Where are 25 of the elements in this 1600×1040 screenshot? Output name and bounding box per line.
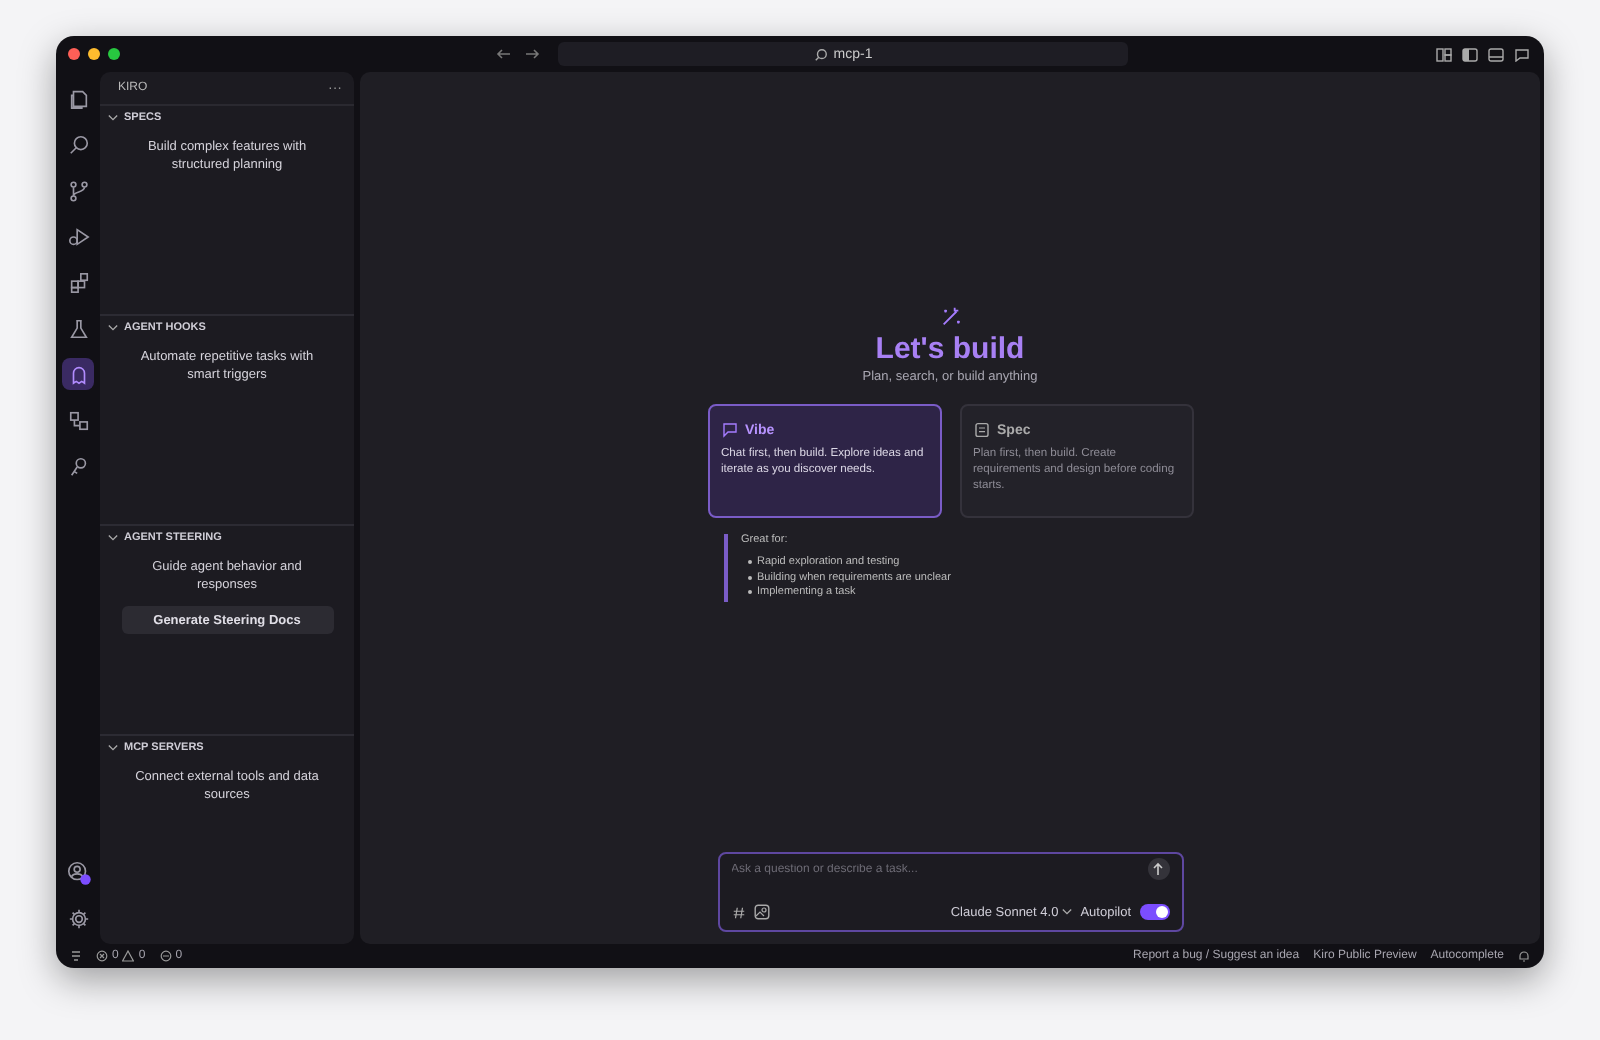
- ghost-icon[interactable]: [62, 358, 94, 390]
- back-icon[interactable]: [496, 48, 512, 60]
- image-icon[interactable]: [753, 904, 769, 920]
- hash-icon[interactable]: [731, 905, 745, 919]
- send-button[interactable]: [1147, 858, 1169, 880]
- chevron-icon: [1062, 908, 1073, 916]
- heading: Let's build: [875, 332, 1025, 366]
- autopilot-toggle[interactable]: [1139, 904, 1169, 920]
- speech-bubble-icon: [721, 422, 737, 438]
- error-icon: [96, 950, 108, 962]
- close-button[interactable]: [68, 48, 80, 60]
- layout-icon[interactable]: [1436, 47, 1452, 61]
- bell-icon[interactable]: [1518, 950, 1530, 962]
- maximize-button[interactable]: [108, 48, 120, 60]
- account-icon[interactable]: [62, 856, 94, 888]
- magic-wand-icon: [939, 306, 961, 328]
- chat-icon[interactable]: [1514, 47, 1530, 61]
- minimize-button[interactable]: [88, 48, 100, 60]
- sidebar-toggle-icon[interactable]: [1462, 47, 1478, 61]
- document-icon: [973, 422, 989, 438]
- panel-toggle-icon[interactable]: [1488, 47, 1504, 61]
- arrow-up-icon: [1152, 862, 1164, 876]
- search-icon: [813, 47, 828, 61]
- forward-icon[interactable]: [524, 48, 540, 60]
- warning-icon: [122, 950, 135, 962]
